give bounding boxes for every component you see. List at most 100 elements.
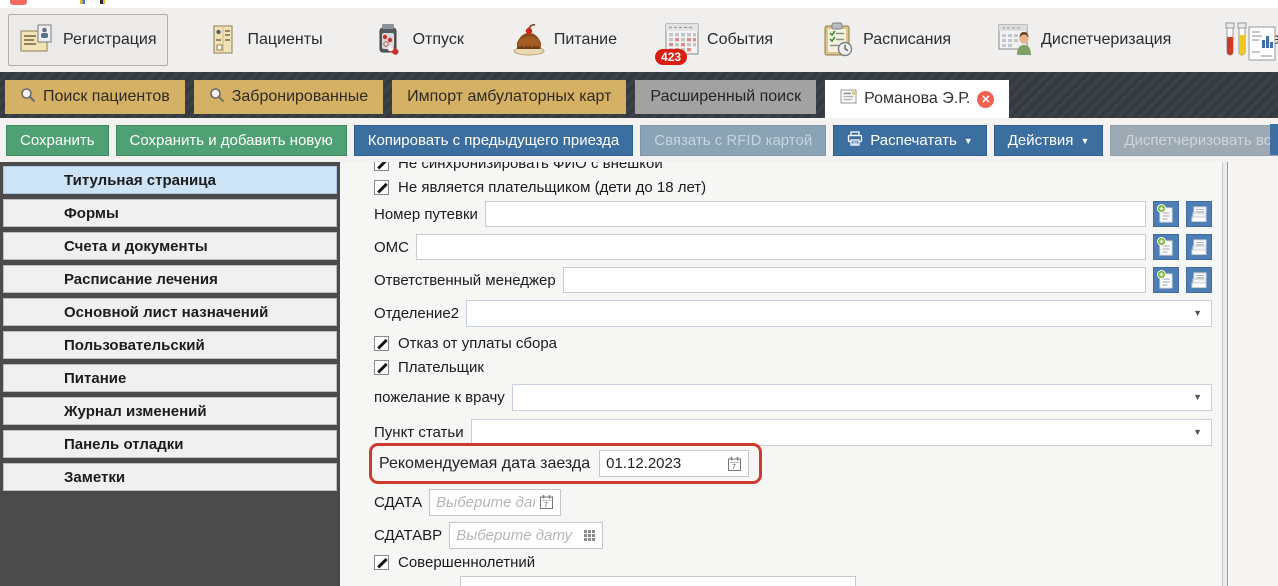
save-and-add-button[interactable]: Сохранить и добавить новую [116,125,347,156]
toolbar-item-patients[interactable]: Пациенты [194,15,333,65]
datetime-placeholder[interactable] [456,527,579,544]
sidebar-item-food[interactable]: Питание [3,364,337,392]
chevron-down-icon: ▼ [1080,136,1089,146]
button-label: Сохранить [20,132,95,149]
sidebar-item-changelog[interactable]: Журнал изменений [3,397,337,425]
field-label: Пункт статьи [374,424,464,441]
not-payer-checkbox[interactable] [374,180,389,195]
select-document-button[interactable] [1186,267,1212,293]
tab-reserved[interactable]: Забронированные [194,80,383,114]
pills-icon [369,20,407,60]
sidebar-item-invoices[interactable]: Счета и документы [3,232,337,260]
toolbar-item-schedules[interactable]: Расписания [809,15,961,65]
form-row: ОМС [374,233,1212,261]
events-badge: 423 [655,49,687,65]
sidebar-item-title-page[interactable]: Титульная страница [3,166,337,194]
form-row: СДАТА 7 [374,488,1212,516]
actions-menu-button[interactable]: Действия ▼ [994,125,1104,156]
oms-input[interactable] [416,234,1146,260]
action-bar: Сохранить Сохранить и добавить новую Коп… [0,118,1278,162]
sidebar-item-label: Расписание лечения [64,271,218,288]
sdatavr-input[interactable] [449,522,603,549]
field-label: пожелание к врачу [374,389,505,406]
save-button[interactable]: Сохранить [6,125,109,156]
article-dropdown[interactable]: ▼ [471,419,1212,446]
select-document-button[interactable] [1186,201,1212,227]
sync-fio-checkbox[interactable] [374,162,389,171]
form-row: Отделение2 ▼ [374,299,1212,327]
form-row: Номер путевки [374,200,1212,228]
manager-input[interactable] [563,267,1146,293]
link-rfid-button[interactable]: Связать с RFID картой [640,125,826,156]
form-row: пожелание к врачу ▼ [374,383,1212,411]
sdata-input[interactable]: 7 [429,489,561,516]
copy-previous-visit-button[interactable]: Копировать с предыдущего приезда [354,125,634,156]
patients-icon [204,20,242,60]
svg-text:7: 7 [732,464,736,471]
add-document-button[interactable] [1153,267,1179,293]
main-toolbar: Регистрация Пациенты Отпуск Питание 423 … [0,8,1278,72]
toolbar-item-registration[interactable]: Регистрация [8,14,168,66]
checkbox-label: Отказ от уплаты сбора [398,335,557,352]
clipped-input-fragment[interactable] [460,576,856,586]
search-icon [209,87,225,108]
add-document-button[interactable] [1153,234,1179,260]
toolbar-label: Диспетчеризация [1041,31,1171,49]
grid-icon[interactable] [583,529,596,542]
select-document-button[interactable] [1186,234,1212,260]
payer-checkbox[interactable] [374,360,389,375]
calendar-icon[interactable]: 7 [539,494,554,510]
form-row: Пункт статьи ▼ [374,418,1212,446]
print-button[interactable]: Распечатать ▼ [833,125,986,156]
tab-patient-romanova[interactable]: Романова Э.Р. ✕ [825,80,1009,118]
chrome-icon-fragment [80,0,85,4]
toolbar-label: Пациенты [248,31,323,49]
document-icon [840,89,857,109]
form-row: Плательщик [374,358,1212,376]
calendar-icon[interactable]: 7 [727,456,742,472]
doctor-wish-dropdown[interactable]: ▼ [512,384,1212,411]
form-row: Отказ от уплаты сбора [374,334,1212,352]
adult-checkbox[interactable] [374,555,389,570]
department-dropdown[interactable]: ▼ [466,300,1212,327]
form-row: Совершеннолетний [374,553,1212,571]
recommended-date-input[interactable]: 7 [599,450,749,477]
tab-patient-search[interactable]: Поиск пациентов [5,80,185,114]
form-row: Не является плательщиком (дети до 18 лет… [374,178,1212,196]
browser-chrome-fragment [0,0,1278,8]
toolbar-item-food[interactable]: Питание [500,15,627,65]
checkbox-label: Не синхронизировать ФИО с внешкой [398,162,663,172]
button-label: Действия [1008,132,1074,149]
toolbar-item-events[interactable]: 423 События [653,15,783,65]
tab-advanced-search[interactable]: Расширенный поиск [635,80,816,114]
sidebar-item-forms[interactable]: Формы [3,199,337,227]
chevron-down-icon: ▼ [1193,308,1202,318]
field-label: СДАТАВР [374,527,442,544]
sidebar-item-debug-panel[interactable]: Панель отладки [3,430,337,458]
sidebar-item-label: Панель отладки [64,436,184,453]
report-icon-partial[interactable] [1248,26,1276,67]
field-label: Отделение2 [374,305,459,322]
close-icon[interactable]: ✕ [977,91,994,108]
toolbar-item-dispatch[interactable]: Диспетчеризация [987,15,1181,65]
chrome-icon-fragment [100,0,105,4]
voucher-input[interactable] [485,201,1146,227]
form-row: Не синхронизировать ФИО с внешкой [374,162,1212,172]
toolbar-item-vacation[interactable]: Отпуск [359,15,474,65]
date-placeholder[interactable] [436,494,535,511]
fee-refusal-checkbox[interactable] [374,336,389,351]
add-document-button[interactable] [1153,201,1179,227]
dispatch-all-button[interactable]: Диспетчеризовать все [1110,125,1278,156]
toolbar-label: События [707,31,773,49]
date-value[interactable] [606,455,723,472]
field-label: Рекомендуемая дата заезда [379,455,590,473]
sidebar-item-notes[interactable]: Заметки [3,463,337,491]
tab-import-cards[interactable]: Импорт амбулаторных карт [392,80,626,114]
sidebar-item-label: Формы [64,205,119,222]
sidebar-item-treatment-schedule[interactable]: Расписание лечения [3,265,337,293]
toolbar-label: Расписания [863,31,951,49]
sidebar-item-label: Счета и документы [64,238,208,255]
sidebar-item-prescriptions[interactable]: Основной лист назначений [3,298,337,326]
sidebar-item-custom[interactable]: Пользовательский [3,331,337,359]
sidebar-item-label: Пользовательский [64,337,205,354]
